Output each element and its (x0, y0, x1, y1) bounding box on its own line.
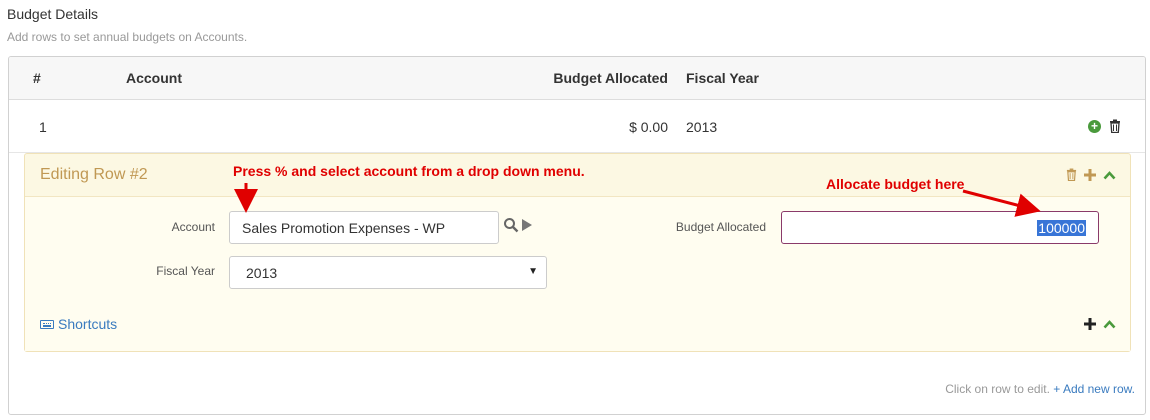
edit-row-panel: Editing Row #2 Account Sales Promotion E… (24, 153, 1131, 352)
account-field[interactable]: Sales Promotion Expenses - WP (229, 211, 499, 244)
edit-row-actions (1066, 168, 1116, 181)
edit-row-body: Account Sales Promotion Expenses - WP Fi… (25, 197, 1130, 351)
table-row[interactable]: 1 $ 0.00 2013 + (9, 101, 1145, 153)
header-budget-allocated: Budget Allocated (553, 70, 668, 86)
grid-footer: Click on row to edit. + Add new row. (945, 382, 1135, 396)
fiscal-year-label: Fiscal Year (156, 264, 215, 278)
section-description: Add rows to set annual budgets on Accoun… (7, 30, 248, 44)
footer-hint: Click on row to edit. (945, 382, 1050, 396)
add-new-row-link[interactable]: + Add new row. (1053, 382, 1135, 396)
edit-row-bottom-actions (1084, 318, 1116, 330)
account-annotation: Press % and select account from a drop d… (233, 163, 585, 179)
search-icon[interactable] (503, 217, 519, 233)
shortcuts-link[interactable]: Shortcuts (40, 316, 117, 332)
plus-circle-icon[interactable]: + (1088, 119, 1101, 133)
row-index: 1 (39, 119, 47, 135)
plus-icon[interactable] (1084, 318, 1096, 330)
chevron-up-icon[interactable] (1103, 319, 1116, 329)
section-title: Budget Details (7, 6, 99, 22)
edit-row-title: Editing Row #2 (40, 166, 148, 183)
trash-icon[interactable] (1109, 119, 1121, 133)
plus-icon[interactable] (1084, 168, 1096, 181)
keyboard-icon (40, 319, 54, 329)
header-fiscal-year: Fiscal Year (686, 70, 759, 86)
budget-annotation: Allocate budget here (826, 176, 965, 192)
caret-down-icon: ▼ (528, 266, 538, 277)
budget-allocated-label: Budget Allocated (675, 220, 766, 234)
play-icon[interactable] (522, 219, 532, 231)
row-budget: $ 0.00 (629, 119, 668, 135)
budget-grid: # Account Budget Allocated Fiscal Year 1… (8, 56, 1146, 415)
header-account: Account (126, 70, 182, 86)
header-index: # (33, 70, 41, 86)
fiscal-year-value: 2013 (246, 265, 278, 281)
grid-header: # Account Budget Allocated Fiscal Year (9, 57, 1145, 100)
budget-allocated-field[interactable]: 100000 (781, 211, 1099, 244)
budget-allocated-value: 100000 (1037, 220, 1086, 236)
account-label: Account (171, 220, 215, 234)
trash-icon[interactable] (1066, 168, 1077, 181)
fiscal-year-select[interactable]: 2013 ▼ (229, 256, 547, 289)
row-fiscal-year: 2013 (686, 119, 718, 135)
row-actions: + (1088, 119, 1121, 133)
chevron-up-icon[interactable] (1103, 170, 1116, 180)
shortcuts-label: Shortcuts (58, 316, 118, 332)
